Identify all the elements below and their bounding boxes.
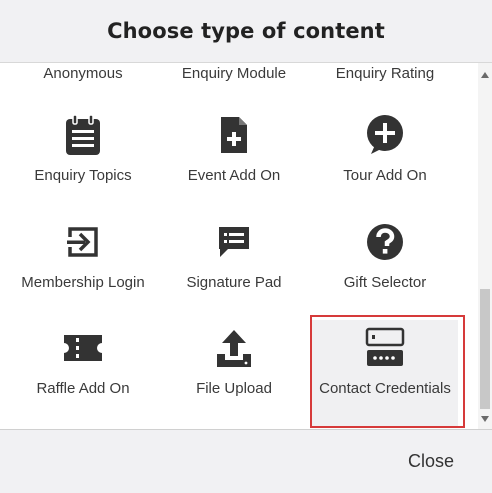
- clipboard-list-icon: [63, 113, 103, 157]
- tile-label: Event Add On: [187, 167, 281, 184]
- selection-highlight: [310, 315, 465, 428]
- vertical-scrollbar[interactable]: [478, 63, 492, 429]
- tile-membership-login[interactable]: Membership Login: [10, 220, 156, 320]
- comment-plus-icon: [365, 113, 405, 157]
- content-type-dialog: Choose type of content Anonymous Enquiry…: [0, 0, 492, 493]
- tile-enquiry-topics[interactable]: Enquiry Topics: [10, 113, 156, 213]
- question-circle-icon: [365, 220, 405, 264]
- tile-file-upload[interactable]: File Upload: [161, 326, 307, 426]
- comment-list-icon: [214, 220, 254, 264]
- dialog-title: Choose type of content: [107, 19, 385, 43]
- tile-tour-add-on[interactable]: Tour Add On: [312, 113, 458, 213]
- tile-label: File Upload: [196, 380, 272, 397]
- sign-in-icon: [63, 220, 103, 264]
- content-type-list: Anonymous Enquiry Module Enquiry Rating: [0, 62, 492, 430]
- tile-label: Tour Add On: [343, 167, 427, 184]
- dialog-header: Choose type of content: [0, 0, 492, 62]
- scroll-up-arrow-icon[interactable]: [481, 72, 489, 78]
- upload-icon: [214, 326, 254, 370]
- tile-gift-selector[interactable]: Gift Selector: [312, 220, 458, 320]
- tile-enquiry-rating[interactable]: Enquiry Rating: [312, 63, 458, 91]
- tile-anonymous[interactable]: Anonymous: [10, 63, 156, 91]
- tile-enquiry-module[interactable]: Enquiry Module: [161, 63, 307, 91]
- tile-label: Enquiry Topics: [34, 167, 132, 184]
- tile-raffle-add-on[interactable]: Raffle Add On: [10, 326, 156, 426]
- scroll-down-arrow-icon[interactable]: [481, 416, 489, 422]
- close-button[interactable]: Close: [408, 451, 454, 472]
- tile-label: Raffle Add On: [36, 380, 130, 397]
- file-plus-icon: [214, 113, 254, 157]
- tile-event-add-on[interactable]: Event Add On: [161, 113, 307, 213]
- tile-label: Enquiry Rating: [335, 65, 435, 82]
- tile-label: Gift Selector: [343, 274, 427, 291]
- ticket-icon: [63, 326, 103, 370]
- tile-label: Enquiry Module: [181, 65, 287, 82]
- tile-label: Signature Pad: [186, 274, 282, 291]
- tile-signature-pad[interactable]: Signature Pad: [161, 220, 307, 320]
- tile-label: Anonymous: [43, 65, 123, 82]
- scrollbar-thumb[interactable]: [480, 289, 490, 409]
- dialog-footer: Close: [0, 431, 492, 493]
- tile-label: Membership Login: [21, 274, 145, 291]
